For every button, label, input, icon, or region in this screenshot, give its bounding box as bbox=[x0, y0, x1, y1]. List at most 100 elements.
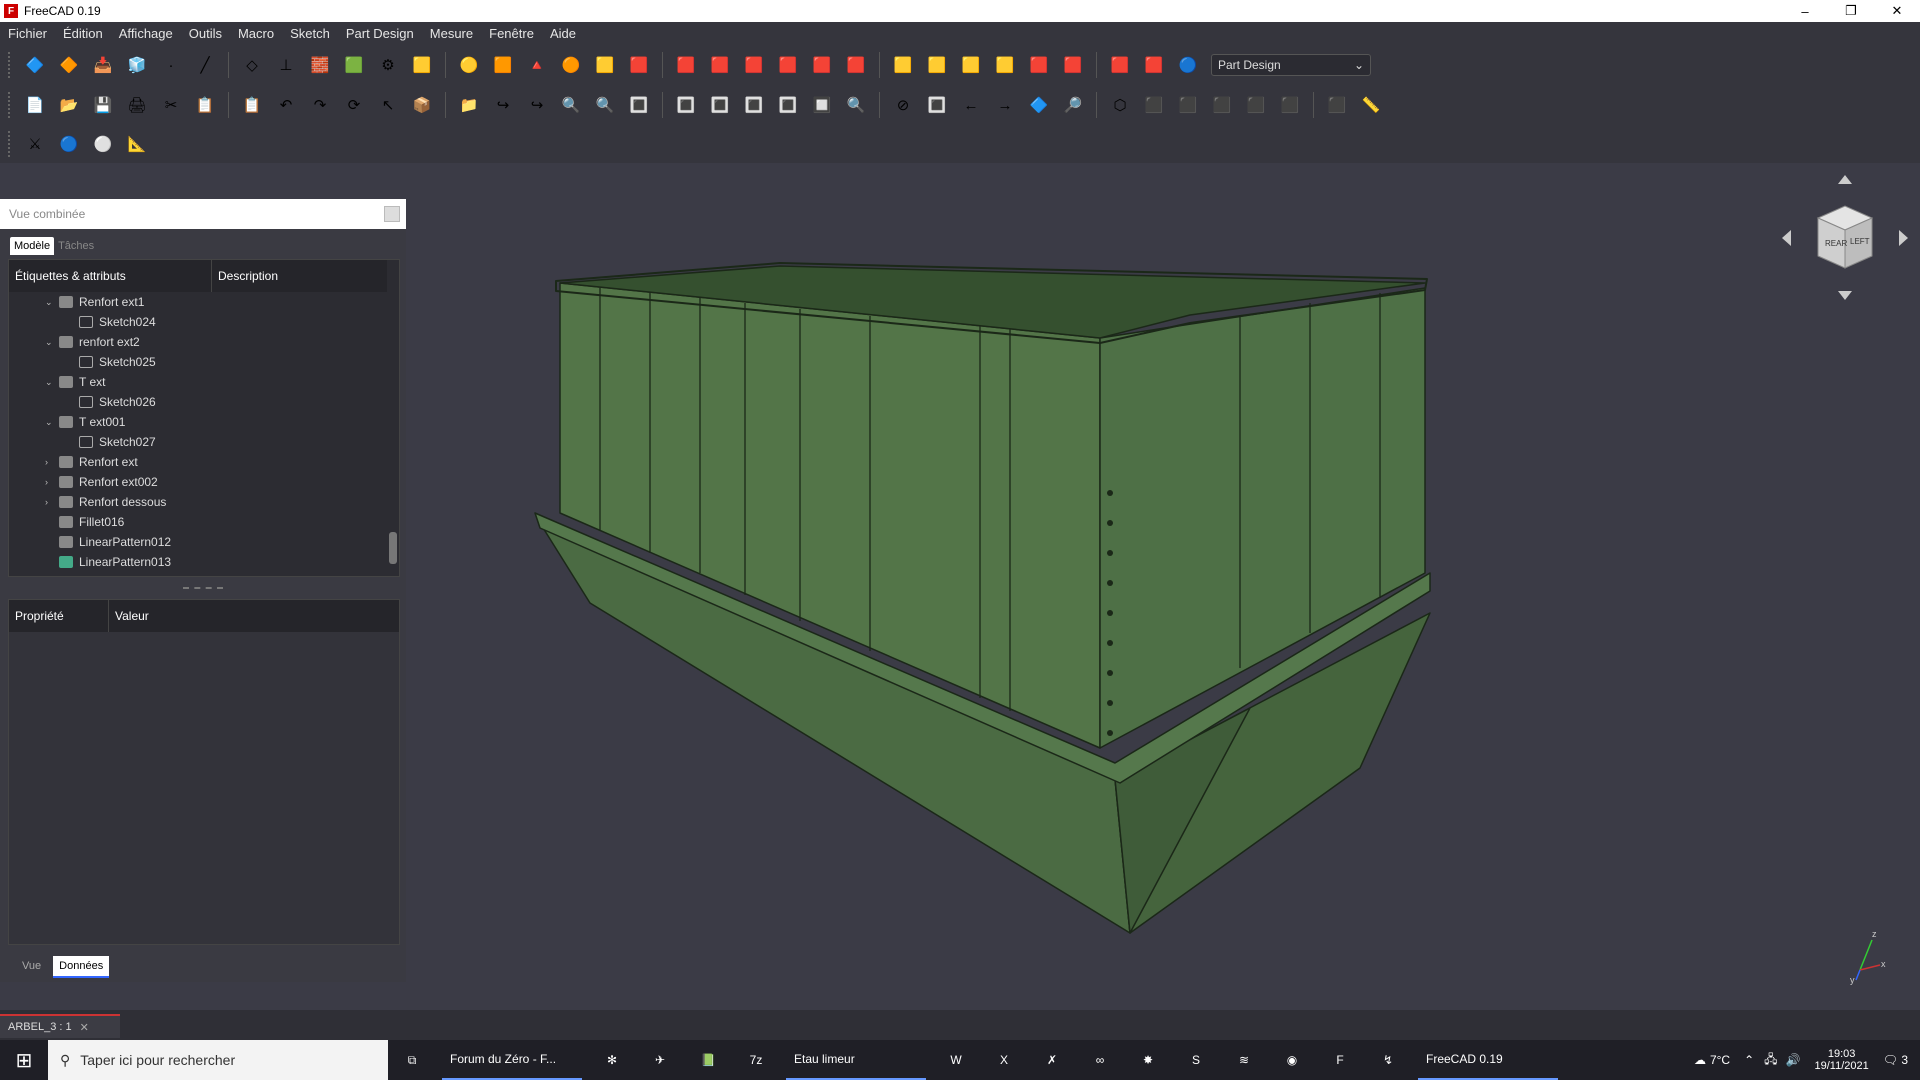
close-panel-icon[interactable] bbox=[384, 206, 400, 222]
tree-header-labels[interactable]: Étiquettes & attributs bbox=[9, 260, 212, 292]
toolbar-tool-icon[interactable]: 🟨 bbox=[889, 51, 917, 79]
toolbar-tool-icon[interactable]: ↷ bbox=[306, 91, 334, 119]
scroll-thumb[interactable] bbox=[389, 532, 397, 564]
taskbar-app[interactable]: X bbox=[986, 1040, 1022, 1080]
toolbar-tool-icon[interactable]: 🔍 bbox=[591, 91, 619, 119]
tab-0[interactable]: Modèle bbox=[10, 237, 55, 255]
toolbar-tool-icon[interactable]: ⊘ bbox=[889, 91, 917, 119]
tab-1[interactable]: Tâches bbox=[54, 237, 98, 255]
toolbar-tool-icon[interactable]: 📄 bbox=[21, 91, 49, 119]
network-icon[interactable]: 🖧 bbox=[1764, 1050, 1777, 1071]
expand-arrow-icon[interactable]: › bbox=[45, 497, 55, 507]
toolbar-grip[interactable] bbox=[8, 92, 14, 118]
minimize-button[interactable]: – bbox=[1782, 0, 1828, 22]
toolbar-tool-icon[interactable]: 🟨 bbox=[591, 51, 619, 79]
toolbar-tool-icon[interactable]: 🔎 bbox=[1059, 91, 1087, 119]
close-tab-icon[interactable]: ✕ bbox=[80, 1021, 89, 1034]
toolbar-tool-icon[interactable]: ╱ bbox=[191, 51, 219, 79]
tree-item[interactable]: Sketch025 bbox=[9, 352, 399, 372]
toolbar-tool-icon[interactable]: 🟥 bbox=[1025, 51, 1053, 79]
toolbar-tool-icon[interactable]: 🔺 bbox=[523, 51, 551, 79]
notifications-icon[interactable]: 🗨 3 bbox=[1883, 1053, 1908, 1067]
menu-item-0[interactable]: Fichier bbox=[0, 26, 55, 41]
toolbar-tool-icon[interactable]: ⬛ bbox=[1174, 91, 1202, 119]
tree-header-description[interactable]: Description bbox=[212, 269, 278, 283]
toolbar-grip[interactable] bbox=[8, 131, 14, 157]
toolbar-tool-icon[interactable]: 📐 bbox=[123, 130, 151, 158]
expand-arrow-icon[interactable]: ⌄ bbox=[45, 337, 55, 348]
taskbar-app[interactable]: 📗 bbox=[690, 1040, 726, 1080]
toolbar-tool-icon[interactable]: 🟨 bbox=[408, 51, 436, 79]
toolbar-tool-icon[interactable]: 🔵 bbox=[1174, 51, 1202, 79]
toolbar-tool-icon[interactable]: 🟥 bbox=[1059, 51, 1087, 79]
taskbar-app[interactable]: ◉ bbox=[1274, 1040, 1310, 1080]
toolbar-tool-icon[interactable]: ↪ bbox=[523, 91, 551, 119]
tree-item[interactable]: ⌄ T ext bbox=[9, 372, 399, 392]
toolbar-tool-icon[interactable]: ⬛ bbox=[1242, 91, 1270, 119]
toolbar-tool-icon[interactable]: ⬛ bbox=[1140, 91, 1168, 119]
toolbar-tool-icon[interactable]: 📁 bbox=[455, 91, 483, 119]
expand-arrow-icon[interactable]: ⌄ bbox=[45, 417, 55, 428]
toolbar-tool-icon[interactable]: ◇ bbox=[238, 51, 266, 79]
taskbar-app[interactable]: ✈ bbox=[642, 1040, 678, 1080]
toolbar-tool-icon[interactable]: ⊥ bbox=[272, 51, 300, 79]
toolbar-tool-icon[interactable]: 📋 bbox=[191, 91, 219, 119]
toolbar-tool-icon[interactable]: 🔳 bbox=[672, 91, 700, 119]
toolbar-tool-icon[interactable]: 🟨 bbox=[957, 51, 985, 79]
tree-item[interactable]: › Renfort dessous bbox=[9, 492, 399, 512]
tree-item[interactable]: Fillet016 bbox=[9, 512, 399, 532]
tree-item[interactable]: Sketch027 bbox=[9, 432, 399, 452]
panel-splitter[interactable] bbox=[183, 587, 223, 591]
toolbar-tool-icon[interactable]: 🟥 bbox=[706, 51, 734, 79]
toolbar-tool-icon[interactable]: 🟥 bbox=[740, 51, 768, 79]
toolbar-tool-icon[interactable]: 🟧 bbox=[489, 51, 517, 79]
toolbar-tool-icon[interactable]: 🟨 bbox=[991, 51, 1019, 79]
toolbar-tool-icon[interactable]: 🔲 bbox=[808, 91, 836, 119]
task-view-icon[interactable]: ⧉ bbox=[394, 1040, 430, 1080]
close-button[interactable]: ✕ bbox=[1874, 0, 1920, 22]
toolbar-tool-icon[interactable]: 🧊 bbox=[123, 51, 151, 79]
toolbar-tool-icon[interactable]: 🔍 bbox=[842, 91, 870, 119]
weather-icon[interactable]: ☁ bbox=[1694, 1053, 1706, 1067]
weather-temp[interactable]: 7°C bbox=[1710, 1053, 1730, 1067]
toolbar-tool-icon[interactable]: ⬛ bbox=[1276, 91, 1304, 119]
property-header-value[interactable]: Valeur bbox=[109, 609, 149, 623]
taskbar-app[interactable]: ✗ bbox=[1034, 1040, 1070, 1080]
toolbar-tool-icon[interactable]: 📂 bbox=[55, 91, 83, 119]
toolbar-tool-icon[interactable]: ↪ bbox=[489, 91, 517, 119]
nav-arrow-left-icon[interactable] bbox=[1782, 230, 1791, 246]
toolbar-tool-icon[interactable]: · bbox=[157, 51, 185, 79]
menu-item-2[interactable]: Affichage bbox=[111, 26, 181, 41]
menu-item-6[interactable]: Part Design bbox=[338, 26, 422, 41]
tree-item[interactable]: › Renfort ext bbox=[9, 452, 399, 472]
expand-arrow-icon[interactable]: › bbox=[45, 457, 55, 467]
toolbar-tool-icon[interactable]: 🟥 bbox=[625, 51, 653, 79]
toolbar-tool-icon[interactable]: ⚙ bbox=[374, 51, 402, 79]
taskbar-search-input[interactable]: ⚲ Taper ici pour rechercher bbox=[48, 1040, 388, 1080]
toolbar-tool-icon[interactable]: ↖ bbox=[374, 91, 402, 119]
toolbar-tool-icon[interactable]: 🟥 bbox=[842, 51, 870, 79]
toolbar-tool-icon[interactable]: ⬡ bbox=[1106, 91, 1134, 119]
taskbar-app[interactable]: Forum du Zéro - F... bbox=[442, 1040, 582, 1080]
toolbar-tool-icon[interactable]: 🟥 bbox=[774, 51, 802, 79]
menu-item-7[interactable]: Mesure bbox=[422, 26, 481, 41]
nav-arrow-right-icon[interactable] bbox=[1899, 230, 1908, 246]
menu-item-8[interactable]: Fenêtre bbox=[481, 26, 542, 41]
expand-arrow-icon[interactable]: › bbox=[45, 477, 55, 487]
taskbar-app[interactable]: Etau limeur bbox=[786, 1040, 926, 1080]
restore-button[interactable]: ❐ bbox=[1828, 0, 1874, 22]
tray-chevron-icon[interactable]: ⌃ bbox=[1744, 1053, 1754, 1067]
tree-item[interactable]: ⌄ Renfort ext1 bbox=[9, 292, 399, 312]
menu-item-5[interactable]: Sketch bbox=[282, 26, 338, 41]
property-header-name[interactable]: Propriété bbox=[9, 600, 109, 632]
toolbar-tool-icon[interactable]: 🔵 bbox=[55, 130, 83, 158]
tree-item[interactable]: › Renfort ext002 bbox=[9, 472, 399, 492]
toolbar-tool-icon[interactable]: 🔶 bbox=[55, 51, 83, 79]
property-tab-1[interactable]: Données bbox=[53, 956, 110, 978]
toolbar-tool-icon[interactable]: 🟥 bbox=[672, 51, 700, 79]
toolbar-tool-icon[interactable]: 🟩 bbox=[340, 51, 368, 79]
tree-item[interactable]: LinearPattern013 bbox=[9, 552, 399, 572]
toolbar-tool-icon[interactable]: 🔳 bbox=[625, 91, 653, 119]
taskbar-app[interactable]: ✻ bbox=[594, 1040, 630, 1080]
toolbar-tool-icon[interactable]: 🔍 bbox=[557, 91, 585, 119]
